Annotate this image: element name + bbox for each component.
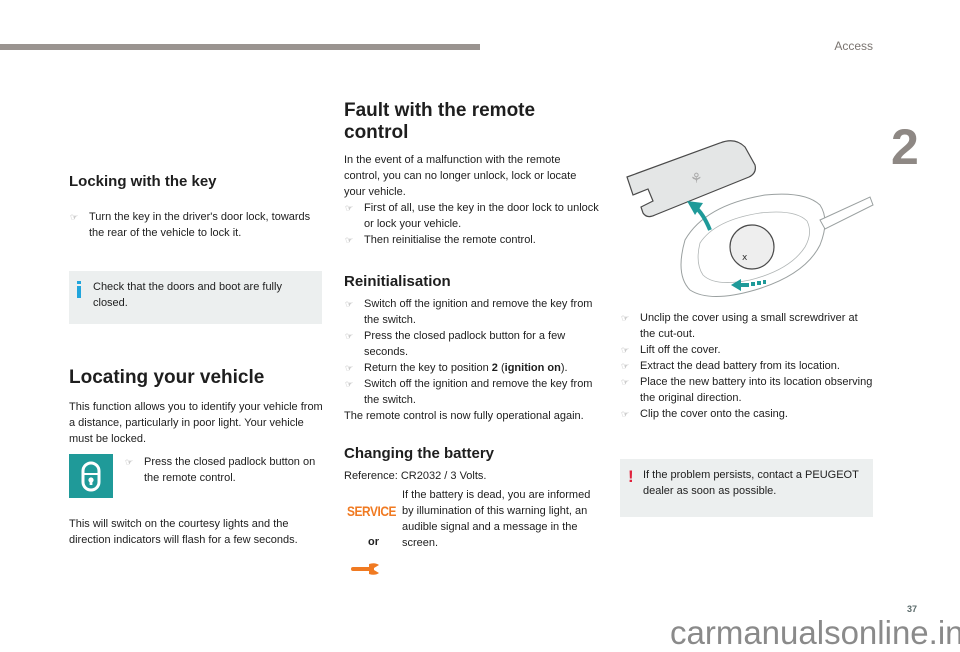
fault-remote-section: Fault with the remote control In the eve… <box>344 100 599 248</box>
pointing-hand-icon: ☞ <box>621 409 630 419</box>
paragraph: This will switch on the courtesy lights … <box>69 518 298 546</box>
section-heading: Changing the battery <box>344 445 495 462</box>
pointing-hand-icon: ☞ <box>125 457 134 467</box>
section-heading: Reinitialisation <box>344 273 451 290</box>
list-item: ☞ Press the closed padlock button on the… <box>125 456 316 484</box>
list-item: ☞ Unclip the cover using a small screwdr… <box>621 312 858 340</box>
list-item: ☞ Then reinitialise the remote control. <box>345 234 536 246</box>
list-item: ☞ Lift off the cover. <box>621 344 721 356</box>
pointing-hand-icon: ☞ <box>345 299 354 309</box>
pointing-hand-icon: ☞ <box>345 203 354 213</box>
step-list: ☞ Press the closed padlock button on the… <box>124 454 324 486</box>
list-item: ☞ Clip the cover onto the casing. <box>621 408 788 420</box>
step-list: ☞ First of all, use the key in the door … <box>344 200 599 248</box>
changing-battery-section: Changing the battery Reference: CR2032 /… <box>344 445 599 484</box>
warning-note-text: If the problem persists, contact a PEUGE… <box>643 469 859 497</box>
reinitialisation-section: Reinitialisation ☞ Switch off the igniti… <box>344 273 599 424</box>
pointing-hand-icon: ☞ <box>345 331 354 341</box>
paragraph: In the event of a malfunction with the r… <box>344 154 577 198</box>
locking-with-key-section: Locking with the key ☞ Turn the key in t… <box>69 173 324 241</box>
pointing-hand-icon: ☞ <box>345 379 354 389</box>
pointing-hand-icon: ☞ <box>621 377 630 387</box>
pointing-hand-icon: ☞ <box>621 361 630 371</box>
padlock-closed-icon <box>69 454 113 498</box>
chapter-number: 2 <box>891 119 919 175</box>
info-note: Check that the doors and boot are fully … <box>69 271 322 324</box>
or-label: or <box>368 536 379 548</box>
list-item: ☞ Place the new battery into its locatio… <box>621 376 873 404</box>
step-list: ☞ Turn the key in the driver's door lock… <box>69 209 324 241</box>
warning-exclamation-icon: ! <box>628 467 634 486</box>
list-item: ☞ Return the key to position 2 (ignition… <box>345 362 568 374</box>
pointing-hand-icon: ☞ <box>621 313 630 323</box>
section-heading: Locating your vehicle <box>69 367 265 388</box>
section-title: Access <box>834 39 873 53</box>
paragraph: This function allows you to identify you… <box>69 401 323 445</box>
wrench-icon <box>351 562 381 581</box>
pointing-hand-icon: ☞ <box>70 212 79 222</box>
list-item: ☞ Switch off the ignition and remove the… <box>345 298 593 326</box>
pointing-hand-icon: ☞ <box>345 235 354 245</box>
svg-text:⚘: ⚘ <box>690 171 703 187</box>
section-heading: Fault with the remote control <box>344 100 536 143</box>
service-warning-light: SERVICE <box>347 503 397 519</box>
paragraph: The remote control is now fully operatio… <box>344 410 584 422</box>
list-item: ☞ First of all, use the key in the door … <box>345 202 599 230</box>
section-heading: Locking with the key <box>69 173 217 190</box>
page-number: 37 <box>907 604 918 614</box>
warning-note: ! If the problem persists, contact a PEU… <box>620 459 873 517</box>
info-note-text: Check that the doors and boot are fully … <box>93 281 282 309</box>
list-item: ☞ Turn the key in the driver's door lock… <box>70 211 311 239</box>
svg-text:x: x <box>742 253 748 263</box>
step-list: ☞ Unclip the cover using a small screwdr… <box>620 310 875 422</box>
pointing-hand-icon: ☞ <box>621 345 630 355</box>
watermark: carmanualsonline.info <box>670 614 960 651</box>
key-fob-illustration: ⚘ x <box>615 125 875 305</box>
step-list: ☞ Switch off the ignition and remove the… <box>344 296 599 408</box>
locating-vehicle-section: Locating your vehicle This function allo… <box>69 367 329 447</box>
pointing-hand-icon: ☞ <box>345 363 354 373</box>
header-rule <box>0 44 480 50</box>
paragraph: Reference: CR2032 / 3 Volts. <box>344 470 487 482</box>
list-item: ☞ Switch off the ignition and remove the… <box>345 378 593 406</box>
list-item: ☞ Press the closed padlock button for a … <box>345 330 566 358</box>
paragraph: If the battery is dead, you are informed… <box>402 489 591 549</box>
list-item: ☞ Extract the dead battery from its loca… <box>621 360 840 372</box>
